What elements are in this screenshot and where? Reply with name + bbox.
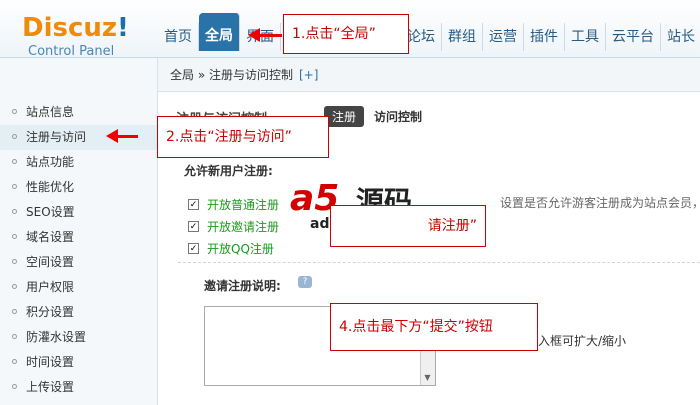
annotation-arrow-icon: [106, 129, 138, 143]
breadcrumb-text: 全局 » 注册与访问控制: [170, 68, 293, 82]
option-normal-register[interactable]: ✓ 开放普通注册: [188, 196, 279, 213]
nav-operation[interactable]: 运营: [483, 23, 524, 51]
breadcrumb-plus-button[interactable]: [+]: [299, 68, 318, 82]
discuz-logo: Discuz! Control Panel: [22, 15, 142, 59]
tab-register[interactable]: 注册: [324, 106, 365, 127]
nav-home[interactable]: 首页: [158, 23, 199, 51]
divider: [178, 262, 700, 263]
sidebar-item-domain[interactable]: 域名设置: [0, 225, 157, 250]
checkbox-invite-register[interactable]: ✓: [188, 221, 199, 232]
sidebar-item-time[interactable]: 时间设置: [0, 350, 157, 375]
nav-plugin[interactable]: 插件: [524, 23, 565, 51]
sidebar: 站点信息 注册与访问 站点功能 性能优化 SEO设置 域名设置 空间设置 用户权…: [0, 58, 158, 405]
bullet-icon: [12, 159, 17, 164]
allow-register-label: 允许新用户注册:: [184, 164, 273, 178]
annotation-step4: 4.点击最下方“提交”按钮: [330, 303, 538, 351]
top-nav: 首页 全局 界面 内容 用户 门户 论坛 群组 运营 插件 工具 云平台 站长: [158, 13, 700, 51]
annotation-arrow-icon: [248, 28, 282, 42]
nav-tools[interactable]: 工具: [565, 23, 606, 51]
bullet-icon: [12, 309, 17, 314]
invite-description-label: 邀请注册说明:: [204, 279, 281, 293]
option-qq-register[interactable]: ✓ 开放QQ注册: [188, 240, 274, 257]
sidebar-item-space[interactable]: 空间设置: [0, 250, 157, 275]
sidebar-item-site-info[interactable]: 站点信息: [0, 100, 157, 125]
bullet-icon: [12, 134, 17, 139]
sidebar-item-user-permissions[interactable]: 用户权限: [0, 275, 157, 300]
sidebar-item-upload[interactable]: 上传设置: [0, 375, 157, 400]
sidebar-item-credits[interactable]: 积分设置: [0, 300, 157, 325]
register-hint: 设置是否允许游客注册成为站点会员，: [500, 196, 700, 210]
logo-bang: !: [117, 13, 129, 43]
bullet-icon: [12, 284, 17, 289]
nav-global[interactable]: 全局: [199, 13, 240, 51]
sidebar-item-anti-spam[interactable]: 防灌水设置: [0, 325, 157, 350]
checkbox-qq-register[interactable]: ✓: [188, 243, 199, 254]
nav-cloud[interactable]: 云平台: [606, 23, 661, 51]
bullet-icon: [12, 109, 17, 114]
scroll-down-arrow-icon[interactable]: ▼: [420, 370, 435, 385]
nav-group[interactable]: 群组: [442, 23, 483, 51]
breadcrumb: 全局 » 注册与访问控制 [+]: [158, 58, 700, 92]
bullet-icon: [12, 334, 17, 339]
bullet-icon: [12, 184, 17, 189]
bullet-icon: [12, 234, 17, 239]
bullet-icon: [12, 209, 17, 214]
tab-access-control[interactable]: 访问控制: [374, 108, 422, 125]
annotation-step1: 1.点击“全局”: [283, 14, 409, 54]
bullet-icon: [12, 384, 17, 389]
help-icon[interactable]: ?: [298, 276, 312, 288]
nav-webmaster[interactable]: 站长: [661, 23, 700, 51]
annotation-step3: 请注册”: [330, 205, 486, 247]
bullet-icon: [12, 259, 17, 264]
option-invite-register[interactable]: ✓ 开放邀请注册: [188, 218, 279, 235]
checkbox-normal-register[interactable]: ✓: [188, 199, 199, 210]
bullet-icon: [12, 359, 17, 364]
nav-interface[interactable]: 界面: [240, 23, 281, 51]
logo-subtitle: Control Panel: [28, 44, 115, 59]
textarea-expand-hint: 入框可扩大/缩小: [538, 334, 627, 348]
sidebar-item-site-features[interactable]: 站点功能: [0, 150, 157, 175]
annotation-step2: 2.点击“注册与访问”: [157, 116, 329, 158]
logo-brand: Discuz: [22, 13, 118, 43]
sidebar-item-performance[interactable]: 性能优化: [0, 175, 157, 200]
sidebar-item-seo[interactable]: SEO设置: [0, 200, 157, 225]
